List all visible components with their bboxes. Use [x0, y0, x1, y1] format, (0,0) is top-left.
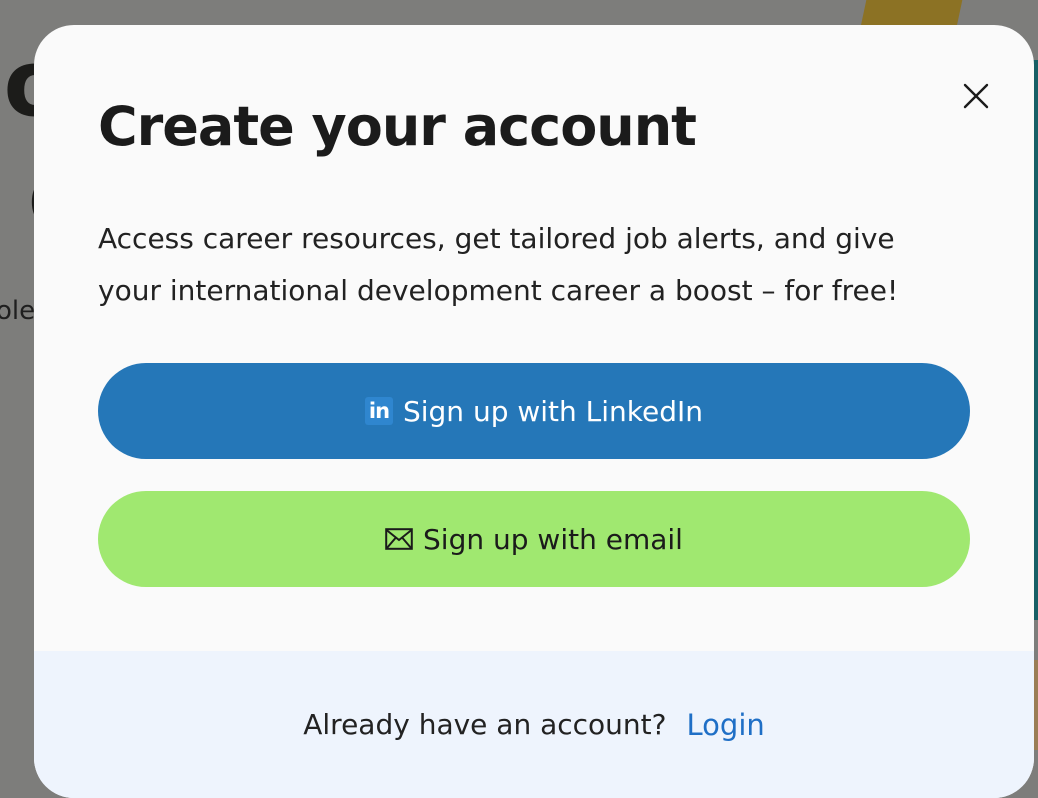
linkedin-icon: in [364, 397, 393, 425]
envelope-icon [385, 528, 413, 550]
linkedin-signup-button[interactable]: in Sign up with LinkedIn [98, 363, 970, 459]
email-signup-label: Sign up with email [423, 522, 683, 556]
login-prompt: Already have an account? [303, 708, 667, 741]
background-decoration [860, 0, 964, 26]
close-icon [963, 83, 989, 109]
modal-footer: Already have an account? Login [34, 651, 1034, 798]
signup-modal: Create your account Access career resour… [34, 25, 1034, 798]
modal-title: Create your account [98, 95, 697, 158]
background-text: ole [0, 296, 36, 326]
linkedin-logo: in [364, 397, 393, 425]
email-signup-button[interactable]: Sign up with email [98, 491, 970, 587]
linkedin-signup-label: Sign up with LinkedIn [402, 394, 704, 428]
modal-description: Access career resources, get tailored jo… [98, 222, 899, 307]
login-link[interactable]: Login [687, 708, 765, 742]
close-button[interactable] [958, 78, 994, 114]
